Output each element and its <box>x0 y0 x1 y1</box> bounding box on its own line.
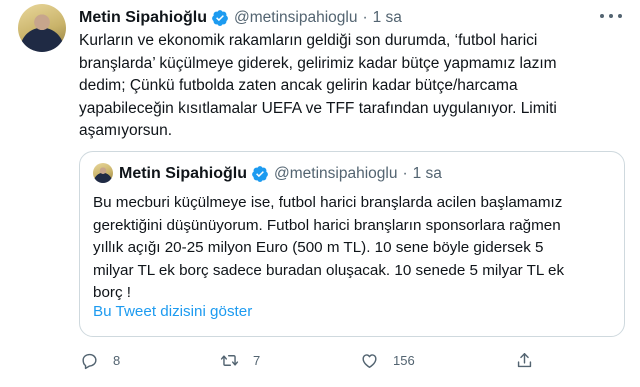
retweet-count: 7 <box>253 352 261 368</box>
quote-text-line: Bu mecburi küçülmeye ise, futbol harici … <box>93 194 563 211</box>
quote-text-line: borç ! <box>93 284 131 302</box>
more-options-icon[interactable] <box>600 9 622 23</box>
like-button[interactable]: 156 <box>360 350 415 370</box>
retweet-button[interactable]: 7 <box>220 350 260 370</box>
tweet-header: Metin Sipahioğlu @metinsipahioglu · 1 sa <box>79 8 402 28</box>
verified-badge-icon <box>212 10 228 26</box>
author-avatar[interactable] <box>18 4 66 52</box>
quote-author-name: Metin Sipahioğlu <box>119 165 247 182</box>
quote-author-avatar <box>93 163 113 183</box>
tweet-text-line: dedim; Çünkü futbolda zaten ancak geliri… <box>79 77 518 95</box>
quote-text-line: milyar TL ek borç sadece buradan oluşaca… <box>93 261 565 279</box>
reply-count: 8 <box>113 352 121 368</box>
tweet-actions: 8 7 156 <box>0 344 640 376</box>
quote-author-handle: @metinsipahioglu <box>274 165 398 182</box>
quote-text-line: yıllık açığı 20-25 milyon Euro (500 m TL… <box>93 239 544 257</box>
tweet-text-line: Kurların ve ekonomik rakamların geldiği … <box>79 32 538 49</box>
quote-header-separator: · <box>402 165 408 182</box>
like-count: 156 <box>393 352 415 368</box>
tweet-text-line: yapabileceğin kısıtlamalar UEFA ve TFF t… <box>79 99 557 117</box>
tweet-timestamp[interactable]: 1 sa <box>373 9 402 27</box>
share-button[interactable] <box>515 350 534 370</box>
author-name[interactable]: Metin Sipahioğlu <box>79 9 207 27</box>
heart-icon <box>362 353 377 368</box>
quote-text: Bu mecburi küçülmeye ise, futbol harici … <box>93 192 618 305</box>
tweet-text-line: branşlarda’ küçülmeye giderek, gelirimiz… <box>79 54 557 72</box>
share-icon <box>517 352 532 367</box>
header-separator: · <box>362 9 368 26</box>
reply-icon <box>82 353 97 369</box>
tweet-text: Kurların ve ekonomik rakamların geldiği … <box>79 30 619 143</box>
verified-badge-icon <box>252 166 268 182</box>
show-thread-link[interactable]: Bu Tweet dizisini göster <box>93 303 252 320</box>
tweet[interactable]: Metin Sipahioğlu @metinsipahioglu · 1 sa… <box>0 0 640 387</box>
reply-button[interactable]: 8 <box>80 350 120 370</box>
quote-header: Metin Sipahioğlu @metinsipahioglu · 1 sa <box>119 164 442 184</box>
retweet-icon <box>220 354 239 366</box>
quoted-tweet[interactable]: Metin Sipahioğlu @metinsipahioglu · 1 sa… <box>79 151 625 337</box>
quote-text-line: gerektiğini düşünüyorum. Futbol harici b… <box>93 216 561 234</box>
tweet-text-line: aşamıyorsun. <box>79 122 173 140</box>
quote-timestamp: 1 sa <box>412 165 442 182</box>
author-handle[interactable]: @metinsipahioglu <box>234 9 357 27</box>
